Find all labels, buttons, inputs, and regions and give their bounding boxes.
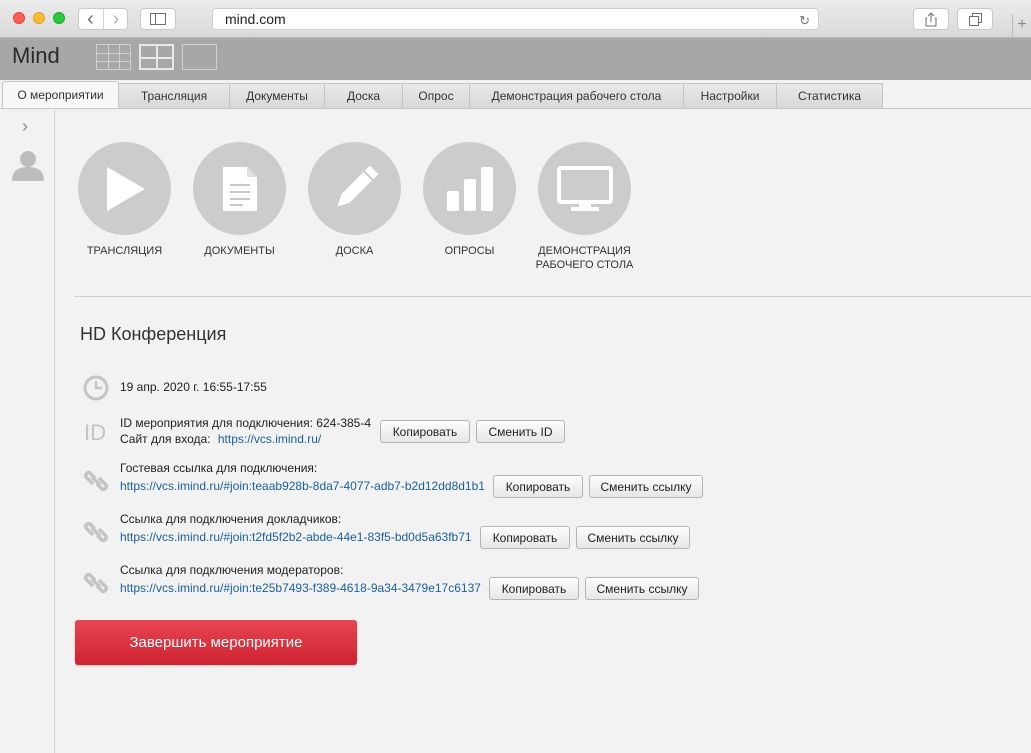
- section-divider: [74, 296, 1031, 297]
- site-row: Сайт для входа: https://vcs.imind.ru/: [120, 432, 321, 446]
- history-nav: ‹ ›: [78, 8, 128, 30]
- zoom-window-button[interactable]: [53, 12, 65, 24]
- change-speakers-link-button[interactable]: Сменить ссылку: [576, 526, 690, 549]
- left-rail: ›: [0, 110, 55, 753]
- app-header: Mind: [0, 38, 1031, 80]
- clock-icon: [83, 375, 109, 401]
- tab-board[interactable]: Доска: [325, 83, 403, 109]
- feature-circle[interactable]: [538, 142, 631, 235]
- minimize-window-button[interactable]: [33, 12, 45, 24]
- expand-chevron-icon[interactable]: ›: [22, 116, 28, 137]
- play-icon: [106, 166, 145, 211]
- new-tab-button[interactable]: +: [1012, 14, 1031, 38]
- change-id-button[interactable]: Сменить ID: [476, 420, 565, 443]
- feature-label: ДОКУМЕНТЫ: [204, 245, 275, 257]
- conference-title: HD Конференция: [80, 324, 227, 344]
- feature-screen-share[interactable]: ДЕМОНСТРАЦИЯ РАБОЧЕГО СТОЛА: [527, 142, 642, 272]
- feature-documents[interactable]: ДОКУМЕНТЫ: [182, 142, 297, 258]
- bar-chart-icon: [446, 166, 493, 211]
- back-icon: ‹: [87, 8, 94, 30]
- tab-poll[interactable]: Опрос: [403, 83, 470, 109]
- feature-label: ДЕМОНСТРАЦИЯ РАБОЧЕГО СТОЛА: [527, 244, 642, 272]
- share-icon: [925, 11, 937, 26]
- copy-guest-link-button[interactable]: Копировать: [493, 475, 583, 498]
- feature-circle[interactable]: [423, 142, 516, 235]
- feature-broadcast[interactable]: ТРАНСЛЯЦИЯ: [67, 142, 182, 258]
- quad-layout-icon[interactable]: [139, 44, 174, 70]
- sidebar-toggle-button[interactable]: [140, 8, 176, 30]
- copy-speakers-link-button[interactable]: Копировать: [480, 526, 570, 549]
- plus-icon: +: [1017, 16, 1027, 33]
- url-text: mind.com: [225, 11, 286, 27]
- end-event-button[interactable]: Завершить мероприятие: [75, 620, 357, 665]
- speakers-link-url[interactable]: https://vcs.imind.ru/#join:t2fd5f2b2-abd…: [120, 530, 472, 544]
- grid-layout-icon[interactable]: [96, 44, 131, 70]
- address-bar[interactable]: mind.com ↻: [212, 8, 819, 30]
- forward-button[interactable]: ›: [103, 9, 128, 29]
- id-icon: ID: [84, 420, 106, 444]
- change-guest-link-button[interactable]: Сменить ссылку: [589, 475, 703, 498]
- feature-label-line: ДЕМОНСТРАЦИЯ: [538, 245, 631, 257]
- moderators-link-label: Ссылка для подключения модераторов:: [120, 563, 344, 577]
- site-link[interactable]: https://vcs.imind.ru/: [218, 432, 321, 446]
- main-content: ТРАНСЛЯЦИЯ ДОКУМЕНТЫ ДОСКА ОПРОСЫ ДЕМОНС…: [56, 110, 1031, 753]
- single-layout-icon[interactable]: [182, 44, 217, 70]
- tab-statistics[interactable]: Статистика: [777, 83, 883, 109]
- feature-label: ДОСКА: [335, 245, 374, 257]
- reload-icon[interactable]: ↻: [799, 11, 810, 31]
- tab-bar: О мероприятии Трансляция Документы Доска…: [0, 80, 1031, 109]
- show-tabs-button[interactable]: [957, 8, 993, 30]
- speakers-link-label: Ссылка для подключения докладчиков:: [120, 512, 342, 526]
- monitor-icon: [556, 165, 613, 211]
- copy-id-button[interactable]: Копировать: [380, 420, 470, 443]
- tab-screen-share[interactable]: Демонстрация рабочего стола: [470, 83, 684, 109]
- event-id-label: ID мероприятия для подключения: 624-385-…: [120, 416, 372, 430]
- feature-label-line: РАБОЧЕГО СТОЛА: [535, 259, 634, 271]
- event-datetime: 19 апр. 2020 г. 16:55-17:55: [120, 380, 267, 394]
- svg-text:ID: ID: [84, 420, 106, 444]
- feature-label: ОПРОСЫ: [444, 245, 495, 257]
- guest-link-url[interactable]: https://vcs.imind.ru/#join:teaab928b-8da…: [120, 479, 485, 493]
- copy-moderators-link-button[interactable]: Копировать: [489, 577, 579, 600]
- moderators-link-url[interactable]: https://vcs.imind.ru/#join:te25b7493-f38…: [120, 581, 481, 595]
- site-label: Сайт для входа:: [120, 432, 211, 446]
- close-window-button[interactable]: [13, 12, 25, 24]
- share-button[interactable]: [913, 8, 949, 30]
- feature-circle[interactable]: [193, 142, 286, 235]
- feature-label: ТРАНСЛЯЦИЯ: [86, 245, 163, 257]
- tab-about-event[interactable]: О мероприятии: [2, 81, 119, 108]
- sidebar-icon: [150, 13, 166, 25]
- feature-circle[interactable]: [308, 142, 401, 235]
- tab-documents[interactable]: Документы: [230, 83, 325, 109]
- feature-polls[interactable]: ОПРОСЫ: [412, 142, 527, 258]
- document-icon: [222, 166, 257, 211]
- tab-settings[interactable]: Настройки: [684, 83, 777, 109]
- link-icon: [83, 521, 109, 543]
- feature-board[interactable]: ДОСКА: [297, 142, 412, 258]
- user-icon[interactable]: [11, 148, 45, 182]
- app-logo: Mind: [12, 43, 60, 68]
- pencil-icon: [336, 165, 378, 207]
- link-icon: [83, 572, 109, 594]
- back-button[interactable]: ‹: [78, 9, 103, 29]
- browser-toolbar: ‹ › mind.com ↻ +: [0, 0, 1031, 38]
- tabs-icon: [968, 12, 982, 26]
- change-moderators-link-button[interactable]: Сменить ссылку: [585, 577, 699, 600]
- forward-icon: ›: [112, 8, 120, 30]
- link-icon: [83, 470, 109, 492]
- tab-broadcast[interactable]: Трансляция: [119, 83, 230, 109]
- feature-circle[interactable]: [78, 142, 171, 235]
- guest-link-label: Гостевая ссылка для подключения:: [120, 461, 318, 475]
